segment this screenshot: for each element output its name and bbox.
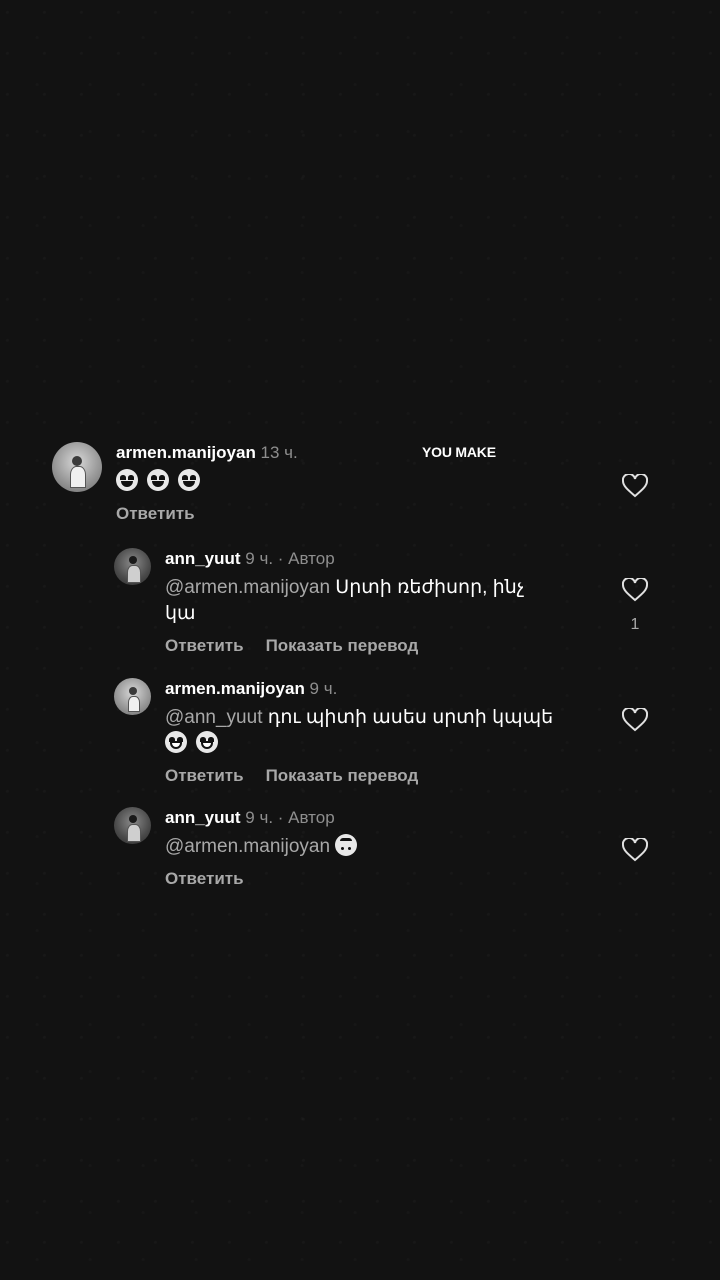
comment-body-continued: կա bbox=[165, 603, 196, 624]
reply-comment-item: armen.manijoyan 9 ч. @ann_yuut դու պիտի … bbox=[114, 678, 605, 787]
heart-eyes-emoji-icon bbox=[147, 469, 169, 491]
reply-button[interactable]: Ответить bbox=[165, 869, 244, 888]
like-heart-icon[interactable] bbox=[622, 708, 648, 732]
comment-body: դու պիտի ասես սրտի կպպե bbox=[262, 707, 554, 728]
show-translation-button[interactable]: Показать перевод bbox=[266, 636, 419, 655]
avatar[interactable] bbox=[114, 807, 151, 844]
heart-eyes-emoji-icon bbox=[116, 469, 138, 491]
comment-item: armen.manijoyan 13 ч. Ответить bbox=[52, 442, 298, 525]
comment-username[interactable]: armen.manijoyan bbox=[116, 443, 256, 462]
avatar[interactable] bbox=[52, 442, 102, 492]
like-heart-icon[interactable] bbox=[622, 474, 648, 498]
video-caption-overlay: YOU MAKE bbox=[422, 444, 496, 460]
grinning-emoji-icon bbox=[165, 731, 187, 753]
comment-text: @ann_yuut դու պիտի ասես սրտի կպպե bbox=[165, 705, 605, 757]
comment-username[interactable]: armen.manijoyan bbox=[165, 679, 305, 698]
comment-text bbox=[116, 469, 298, 495]
like-heart-icon[interactable] bbox=[622, 838, 648, 862]
comment-timestamp: 9 ч. bbox=[304, 679, 338, 698]
comment-username[interactable]: ann_yuut bbox=[165, 808, 241, 827]
comment-text: @armen.manijoyan Սրտի ռեժիսոր, ինչ կա bbox=[165, 575, 585, 627]
comment-timestamp-author: 9 ч. · Автор bbox=[240, 808, 335, 827]
comment-username[interactable]: ann_yuut bbox=[165, 549, 241, 568]
reply-button[interactable]: Ответить bbox=[165, 636, 244, 655]
like-heart-icon[interactable] bbox=[622, 578, 648, 602]
reply-comment-item: ann_yuut 9 ч. · Автор @armen.manijoyan О… bbox=[114, 807, 585, 890]
reply-button[interactable]: Ответить bbox=[116, 504, 195, 523]
like-count: 1 bbox=[630, 616, 640, 633]
comment-text: @armen.manijoyan bbox=[165, 834, 585, 860]
show-translation-button[interactable]: Показать перевод bbox=[266, 766, 419, 785]
comment-timestamp-author: 9 ч. · Автор bbox=[240, 549, 335, 568]
heart-eyes-emoji-icon bbox=[178, 469, 200, 491]
upside-down-face-emoji-icon bbox=[335, 834, 358, 856]
avatar[interactable] bbox=[114, 678, 151, 715]
reply-button[interactable]: Ответить bbox=[165, 766, 244, 785]
avatar[interactable] bbox=[114, 548, 151, 585]
mention-link[interactable]: @armen.manijoyan bbox=[165, 836, 330, 857]
comment-timestamp: 13 ч. bbox=[255, 443, 298, 462]
grinning-emoji-icon bbox=[196, 731, 218, 753]
comment-body: Սրտի ռեժիսոր, ինչ bbox=[330, 577, 525, 598]
mention-link[interactable]: @armen.manijoyan bbox=[165, 577, 330, 598]
reply-comment-item: ann_yuut 9 ч. · Автор @armen.manijoyan Ս… bbox=[114, 548, 585, 657]
mention-link[interactable]: @ann_yuut bbox=[165, 707, 262, 728]
